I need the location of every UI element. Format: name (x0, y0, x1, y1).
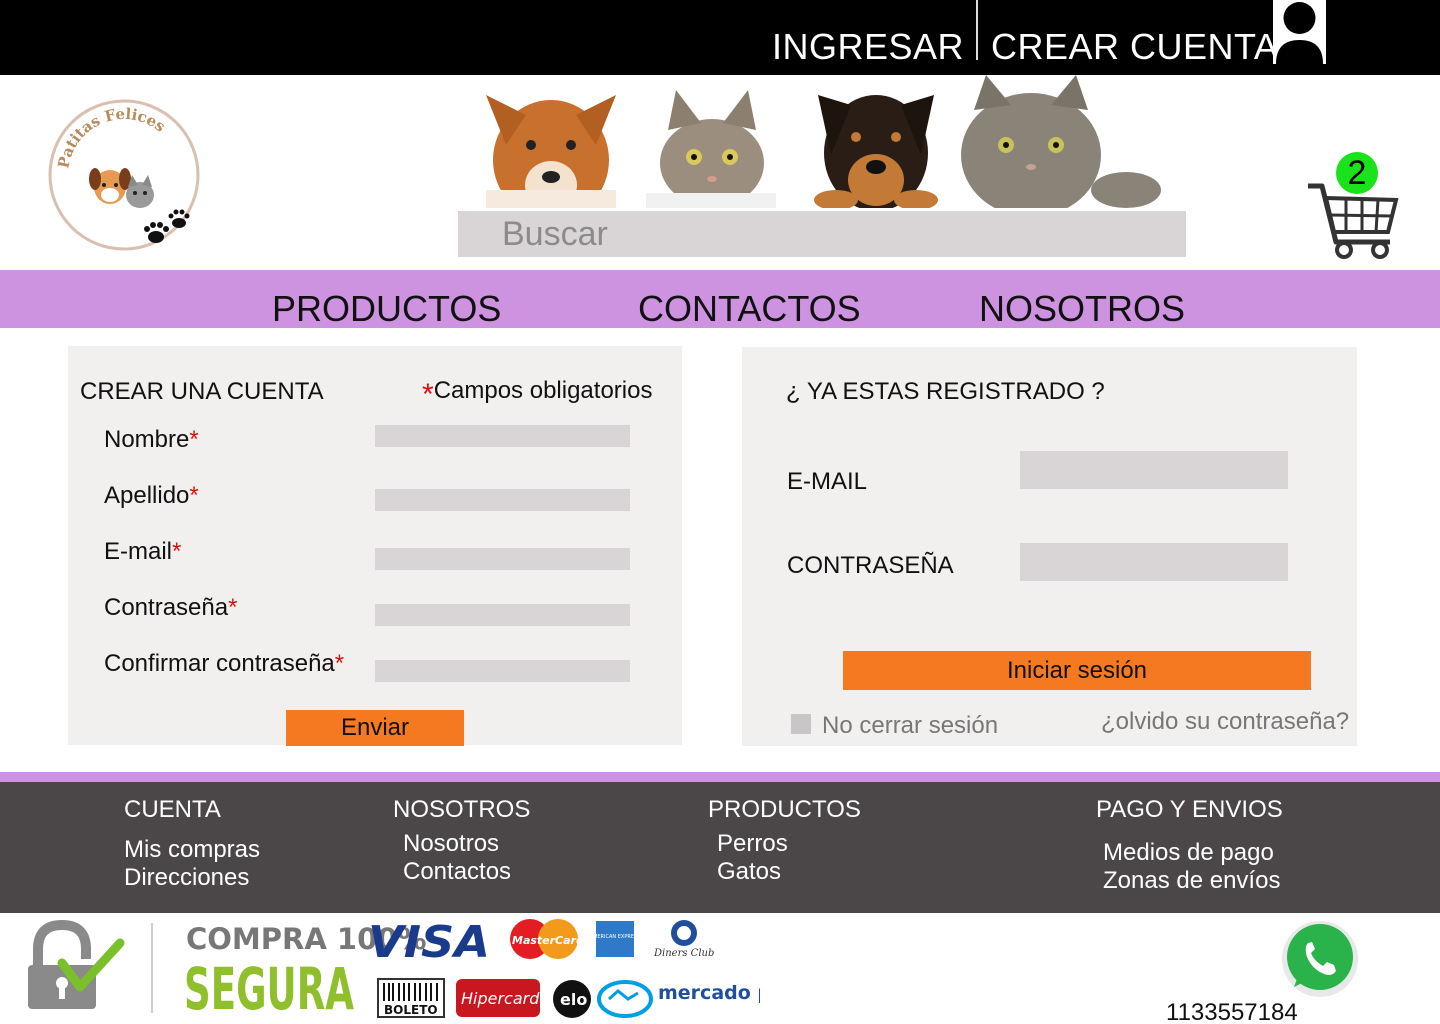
svg-text:mercado pago: mercado pago (658, 982, 760, 1004)
footer-heading-productos: PRODUCTOS (708, 796, 861, 823)
footer-link-contactos[interactable]: Contactos (403, 858, 511, 886)
label-email: E-mail* (104, 538, 182, 565)
amex-logo: AMERICAN EXPRESS (590, 921, 641, 957)
login-password-field[interactable] (1020, 543, 1288, 581)
svg-text:MasterCard: MasterCard (512, 934, 584, 947)
label-nombre: Nombre* (104, 426, 199, 453)
nav-contactos[interactable]: CONTACTOS (638, 288, 861, 330)
svg-text:Diners Club: Diners Club (653, 948, 714, 959)
elo-logo: elo (553, 980, 591, 1018)
confirm-password-field[interactable] (375, 660, 630, 682)
search-input[interactable] (458, 211, 1186, 257)
svg-text:Hipercard: Hipercard (461, 989, 540, 1008)
secure-line2: SEGURA (184, 955, 354, 1023)
login-email-field[interactable] (1020, 451, 1288, 489)
contact-phone: 1133557184 (1166, 999, 1298, 1024)
footer-link-gatos[interactable]: Gatos (717, 858, 781, 886)
footer-link-medios-pago[interactable]: Medios de pago (1103, 839, 1274, 867)
cart-count-badge: 2 (1336, 152, 1378, 194)
mercado-pago-logo: mercado pago (597, 980, 760, 1018)
diners-logo: Diners Club (653, 920, 714, 959)
register-panel: CREAR UNA CUENTA *Campos obligatorios No… (68, 346, 682, 746)
footer-stripe (0, 772, 1440, 782)
label-contrasena: Contraseña* (104, 594, 238, 621)
visa-logo: VISA (368, 917, 490, 968)
svg-text:elo: elo (560, 990, 587, 1009)
user-icon[interactable] (1273, 0, 1326, 75)
label-confirmar: Confirmar contraseña* (104, 650, 345, 677)
footer-link-perros[interactable]: Perros (717, 830, 788, 858)
login-title: ¿ YA ESTAS REGISTRADO ? (786, 378, 1105, 405)
login-panel: ¿ YA ESTAS REGISTRADO ? E-MAIL CONTRASEÑ… (742, 347, 1357, 746)
divider (976, 0, 978, 60)
label-login-email: E-MAIL (787, 468, 868, 495)
footer-heading-pago: PAGO Y ENVIOS (1096, 796, 1283, 823)
register-title: CREAR UNA CUENTA (80, 378, 324, 405)
nombre-field[interactable] (375, 425, 630, 447)
login-link[interactable]: INGRESAR (772, 26, 964, 68)
main-nav: PRODUCTOS CONTACTOS NOSOTROS (0, 270, 1440, 330)
remember-label: No cerrar sesión (822, 712, 999, 739)
label-login-password: CONTRASEÑA (787, 552, 954, 579)
apellido-field[interactable] (375, 489, 630, 511)
mastercard-logo: MasterCard (510, 919, 584, 959)
footer-heading-cuenta: CUENTA (124, 796, 221, 823)
password-field[interactable] (375, 604, 630, 626)
submit-register-button[interactable]: Enviar (286, 710, 464, 746)
register-link[interactable]: CREAR CUENTA (991, 26, 1278, 68)
label-apellido: Apellido* (104, 482, 199, 509)
whatsapp-icon[interactable] (1280, 919, 1360, 999)
login-button[interactable]: Iniciar sesión (843, 651, 1311, 690)
logo[interactable]: Patitas Felices (46, 97, 202, 253)
footer-heading-nosotros: NOSOTROS (393, 796, 531, 823)
email-field[interactable] (375, 548, 630, 570)
footer: CUENTA Mis compras Direcciones NOSOTROS … (0, 782, 1440, 913)
padlock-icon (28, 919, 125, 1009)
nav-nosotros[interactable]: NOSOTROS (979, 288, 1185, 330)
footer-link-mis-compras[interactable]: Mis compras (124, 836, 260, 864)
secure-payment-logos: COMPRA 100% SEGURA VISA MasterCard AMERI… (28, 917, 760, 1023)
footer-link-nosotros[interactable]: Nosotros (403, 830, 499, 858)
footer-link-zonas-envio[interactable]: Zonas de envíos (1103, 867, 1280, 895)
svg-text:AMERICAN EXPRESS: AMERICAN EXPRESS (590, 934, 641, 940)
top-bar: INGRESAR CREAR CUENTA (0, 0, 1440, 75)
hipercard-logo: Hipercard (456, 979, 540, 1017)
svg-text:BOLETO: BOLETO (384, 1003, 438, 1017)
footer-link-direcciones[interactable]: Direcciones (124, 864, 249, 892)
required-note: *Campos obligatorios (422, 377, 653, 411)
nav-productos[interactable]: PRODUCTOS (272, 288, 501, 330)
forgot-password-link[interactable]: ¿olvido su contraseña? (1101, 708, 1349, 736)
boleto-logo: BOLETO (377, 978, 445, 1018)
pets-banner (446, 75, 1162, 220)
remember-checkbox[interactable] (791, 714, 811, 734)
